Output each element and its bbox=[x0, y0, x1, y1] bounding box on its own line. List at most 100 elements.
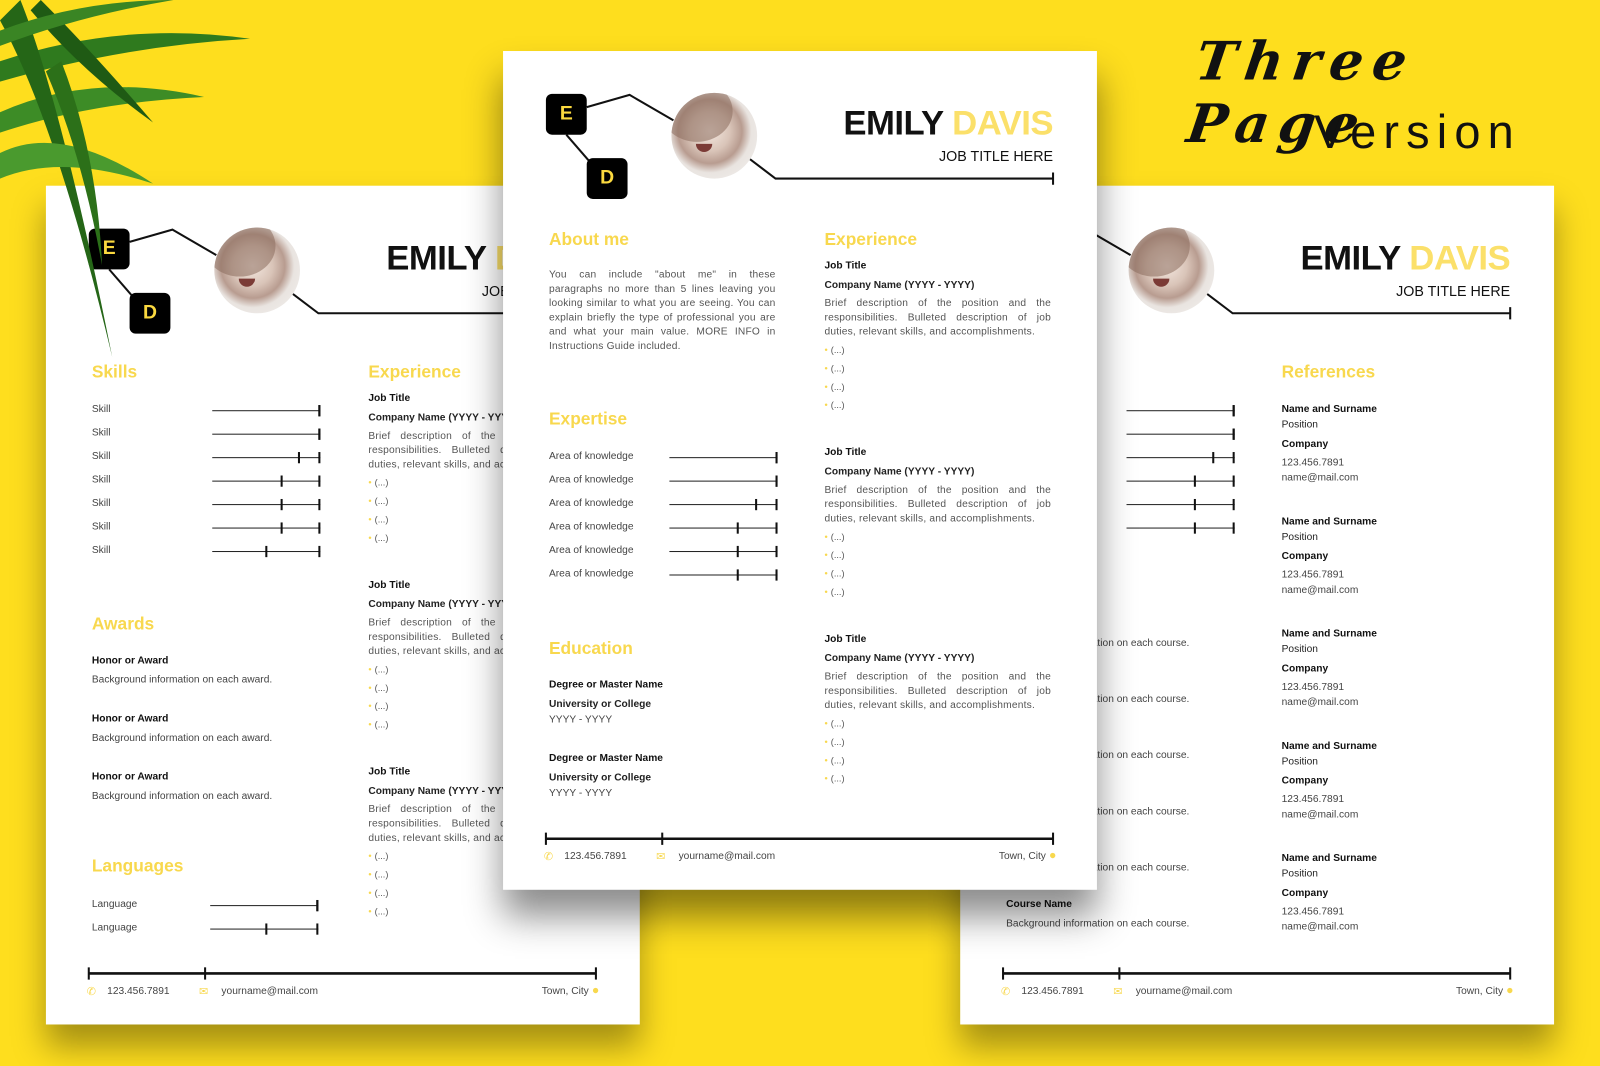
level-bar bbox=[212, 545, 321, 558]
reference-email: name@mail.com bbox=[1281, 584, 1359, 596]
section-heading-references: References bbox=[1281, 362, 1376, 382]
job-bullet: (...) bbox=[824, 532, 845, 542]
company-name: Company Name (YYYY - YYYY) bbox=[368, 598, 519, 611]
phone-icon: ✆ bbox=[86, 985, 97, 998]
footer-phone: 123.456.7891 bbox=[1021, 985, 1084, 997]
job-bullet: (...) bbox=[824, 550, 845, 560]
level-marker bbox=[775, 452, 778, 464]
reference-company: Company bbox=[1281, 551, 1329, 563]
section-heading-awards: Awards bbox=[91, 614, 155, 634]
level-marker bbox=[736, 545, 739, 558]
level-bar bbox=[669, 475, 778, 487]
full-name: EMILY DAVIS bbox=[1300, 239, 1510, 279]
level-label: Skill bbox=[91, 474, 111, 486]
reference-phone: 123.456.7891 bbox=[1281, 681, 1345, 693]
reference-name: Name and Surname bbox=[1281, 853, 1377, 865]
job-bullet: (...) bbox=[824, 718, 845, 728]
initial-badge-e: E bbox=[545, 93, 587, 135]
skill-level-bar bbox=[1126, 428, 1235, 440]
company-name: Company Name (YYYY - YYYY) bbox=[824, 466, 975, 478]
reference-phone: 123.456.7891 bbox=[1281, 569, 1345, 581]
job-bullet: (...) bbox=[368, 664, 389, 674]
phone-icon: ✆ bbox=[543, 851, 554, 864]
level-marker bbox=[318, 405, 321, 417]
job-bullet: (...) bbox=[368, 496, 389, 506]
school-name: University or College bbox=[548, 698, 652, 711]
level-marker bbox=[775, 475, 778, 487]
level-bar bbox=[210, 899, 319, 912]
level-marker bbox=[280, 498, 283, 511]
reference-name: Name and Surname bbox=[1281, 516, 1377, 528]
profile-photo bbox=[1128, 227, 1215, 314]
job-bullet: (...) bbox=[368, 719, 389, 729]
first-name: EMILY bbox=[386, 238, 486, 278]
reference-phone: 123.456.7891 bbox=[1281, 793, 1345, 806]
level-bar bbox=[669, 569, 778, 581]
section-heading-languages: Languages bbox=[91, 856, 184, 876]
level-bar bbox=[669, 452, 778, 464]
skill-level-bar bbox=[1126, 475, 1235, 487]
mail-icon: ✉ bbox=[198, 985, 209, 998]
job-description: Brief description of the position and th… bbox=[824, 484, 1052, 525]
level-marker bbox=[316, 899, 319, 912]
job-bullet: (...) bbox=[824, 773, 845, 783]
education-years: YYYY - YYYY bbox=[548, 787, 613, 799]
reference-phone: 123.456.7891 bbox=[1281, 906, 1345, 918]
job-bullet: (...) bbox=[824, 345, 845, 355]
reference-company: Company bbox=[1281, 663, 1329, 675]
last-name: DAVIS bbox=[952, 104, 1054, 143]
level-label: Area of knowledge bbox=[548, 497, 634, 510]
education-years: YYYY - YYYY bbox=[548, 714, 613, 726]
level-bar bbox=[669, 498, 778, 511]
skill-level-bar bbox=[1126, 522, 1235, 534]
job-bullet: (...) bbox=[824, 587, 845, 597]
level-marker bbox=[265, 545, 268, 558]
resume-page-2: E D EMILY DAVIS JOB TITLE HERE ✆ 123.456.7891… bbox=[503, 51, 1097, 890]
job-description: Brief description of the position and th… bbox=[824, 297, 1052, 338]
full-name: EMILY DAVIS bbox=[843, 104, 1053, 144]
reference-position: Position bbox=[1281, 756, 1318, 768]
reference-company: Company bbox=[1281, 887, 1329, 899]
reference-position: Position bbox=[1281, 643, 1318, 656]
level-bar bbox=[212, 498, 321, 511]
footer-email: yourname@mail.com bbox=[1135, 985, 1233, 997]
award-description: Background information on each award. bbox=[91, 674, 273, 686]
reference-email: name@mail.com bbox=[1281, 696, 1359, 709]
reference-email: name@mail.com bbox=[1281, 472, 1359, 484]
level-marker bbox=[736, 569, 739, 581]
job-bullet: (...) bbox=[824, 737, 845, 747]
level-label: Skill bbox=[91, 451, 111, 463]
job-bullet: (...) bbox=[368, 869, 389, 879]
mail-icon: ✉ bbox=[656, 851, 666, 864]
level-bar bbox=[210, 923, 319, 935]
level-bar bbox=[212, 428, 321, 440]
level-label: Area of knowledge bbox=[548, 451, 634, 463]
job-bullet: (...) bbox=[824, 755, 845, 765]
school-name: University or College bbox=[548, 772, 652, 784]
level-label: Skill bbox=[91, 521, 111, 533]
profile-photo bbox=[671, 92, 758, 179]
footer-email: yourname@mail.com bbox=[221, 985, 318, 997]
award-description: Background information on each award. bbox=[91, 732, 273, 744]
section-heading-education: Education bbox=[548, 638, 633, 659]
level-label: Skill bbox=[91, 497, 111, 510]
level-bar bbox=[669, 522, 778, 534]
level-bar bbox=[212, 405, 321, 417]
job-bullet: (...) bbox=[368, 533, 389, 543]
level-marker bbox=[1193, 522, 1196, 534]
reference-email: name@mail.com bbox=[1281, 809, 1359, 821]
level-bar bbox=[212, 522, 321, 534]
level-marker bbox=[1232, 428, 1235, 440]
job-bullet: (...) bbox=[368, 683, 389, 693]
level-label: Language bbox=[91, 898, 138, 911]
level-marker bbox=[298, 452, 301, 464]
level-marker bbox=[1212, 452, 1215, 464]
job-bullet: (...) bbox=[824, 382, 845, 392]
job-bullet: (...) bbox=[368, 701, 389, 711]
job-title: Job Title bbox=[368, 766, 411, 778]
company-name: Company Name (YYYY - YYYY) bbox=[824, 653, 975, 665]
job-bullet: (...) bbox=[824, 400, 845, 410]
job-bullet: (...) bbox=[824, 568, 845, 578]
footer-phone: 123.456.7891 bbox=[564, 851, 627, 863]
plant-leaves-decoration bbox=[0, 0, 250, 358]
